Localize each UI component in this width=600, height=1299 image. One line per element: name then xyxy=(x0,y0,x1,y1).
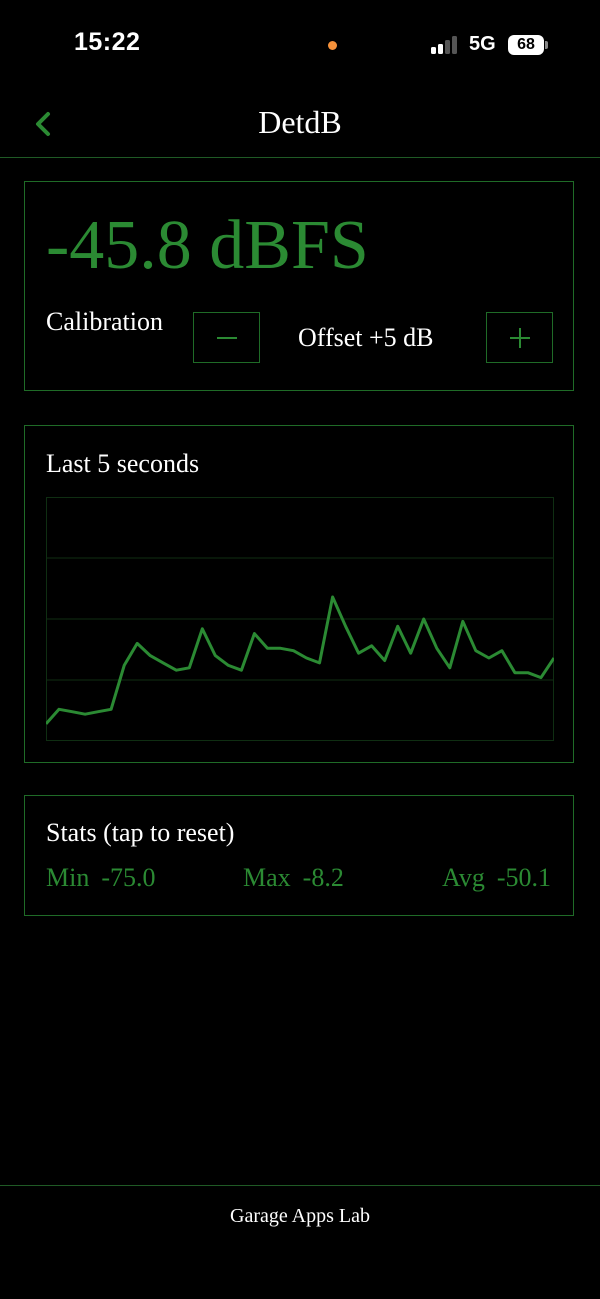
stat-max: Max -8.2 xyxy=(243,862,344,894)
chart-series-line-0 xyxy=(46,595,554,725)
stat-avg-value: -50.1 xyxy=(496,863,551,892)
level-readout: -45.8 dBFS xyxy=(46,207,369,284)
level-panel: -45.8 dBFS Calibration Offset +5 dB xyxy=(24,181,574,391)
stat-min: Min -75.0 xyxy=(46,862,156,894)
chart-title: Last 5 seconds xyxy=(46,449,200,478)
status-bar: 15:22 5G 68 xyxy=(0,0,600,90)
stat-max-label: Max xyxy=(243,863,291,892)
stat-avg: Avg -50.1 xyxy=(442,862,551,894)
cellular-signal-icon xyxy=(431,36,463,54)
stat-max-value: -8.2 xyxy=(302,863,344,892)
battery-cap xyxy=(545,41,548,49)
footer-text: Garage Apps Lab xyxy=(230,1205,370,1227)
stats-panel[interactable]: Stats (tap to reset) Min -75.0 Max -8.2 Av… xyxy=(24,795,574,916)
offset-label: Offset +5 dB xyxy=(298,323,434,352)
plus-icon xyxy=(519,328,521,348)
battery-icon: 68 xyxy=(508,35,544,55)
stat-avg-label: Avg xyxy=(441,863,485,892)
stat-min-value: -75.0 xyxy=(101,863,156,892)
stat-min-label: Min xyxy=(46,863,90,892)
calibration-label: Calibration xyxy=(46,307,163,336)
recording-indicator-dot xyxy=(328,41,337,50)
network-label: 5G xyxy=(469,33,496,55)
footer: Garage Apps Lab xyxy=(0,1185,600,1299)
history-chart-panel: Last 5 seconds xyxy=(24,425,574,763)
stats-title: Stats (tap to reset) xyxy=(46,818,235,847)
status-time: 15:22 xyxy=(74,28,141,56)
level-history-chart xyxy=(46,497,554,741)
battery-level: 68 xyxy=(517,36,535,53)
page-title: DetdB xyxy=(258,104,342,140)
calibration-increase-button[interactable] xyxy=(486,312,553,363)
nav-bar: DetdB xyxy=(0,90,600,158)
minus-icon xyxy=(217,337,237,339)
calibration-decrease-button[interactable] xyxy=(193,312,260,363)
